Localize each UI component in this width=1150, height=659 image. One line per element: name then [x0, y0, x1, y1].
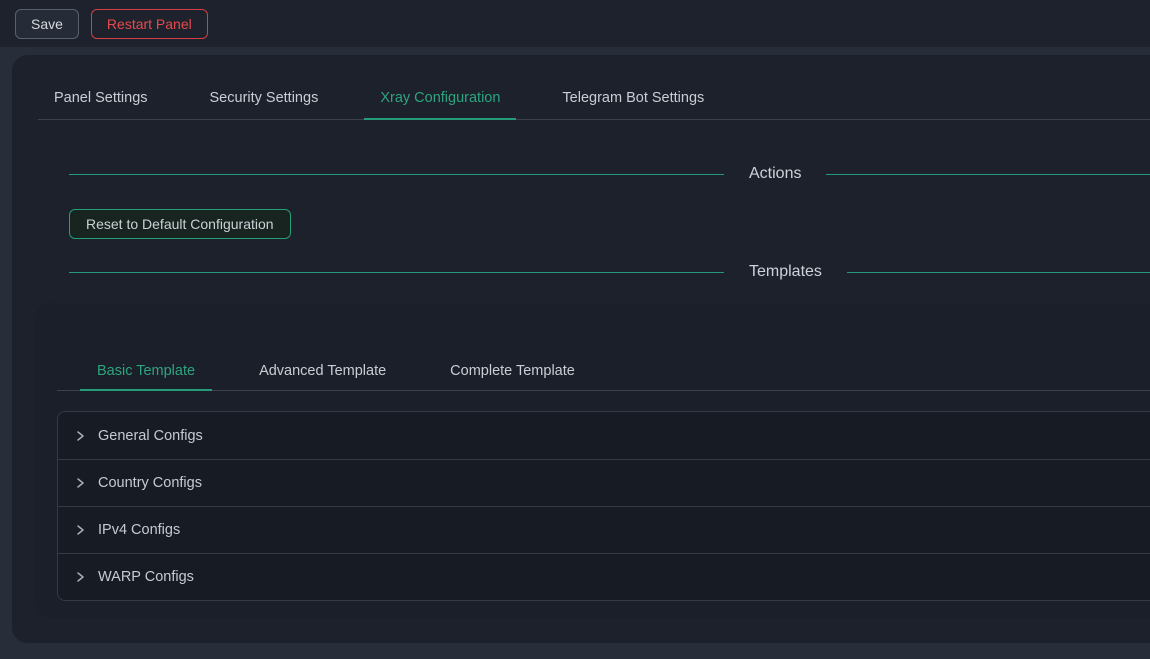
accordion-item-ipv4-configs[interactable]: IPv4 Configs [58, 506, 1150, 553]
templates-card: Basic Template Advanced Template Complet… [35, 303, 1150, 618]
tab-telegram-bot-settings[interactable]: Telegram Bot Settings [546, 55, 720, 120]
template-tabs: Basic Template Advanced Template Complet… [57, 343, 1150, 391]
tab-panel-settings[interactable]: Panel Settings [38, 55, 164, 120]
tab-security-settings[interactable]: Security Settings [194, 55, 335, 120]
reset-to-default-button[interactable]: Reset to Default Configuration [69, 209, 291, 239]
tab-xray-configuration[interactable]: Xray Configuration [364, 55, 516, 120]
save-button[interactable]: Save [15, 9, 79, 39]
tab-basic-template[interactable]: Basic Template [80, 343, 212, 391]
tab-advanced-template[interactable]: Advanced Template [242, 343, 403, 391]
restart-panel-button[interactable]: Restart Panel [91, 9, 208, 39]
divider-line [69, 272, 724, 273]
accordion-item-label: WARP Configs [98, 569, 194, 585]
chevron-right-icon [74, 477, 86, 489]
topbar: Save Restart Panel [0, 0, 1150, 47]
divider-line [847, 272, 1150, 273]
accordion-item-country-configs[interactable]: Country Configs [58, 459, 1150, 506]
settings-tabs: Panel Settings Security Settings Xray Co… [38, 55, 1150, 120]
settings-card: Panel Settings Security Settings Xray Co… [12, 55, 1150, 643]
chevron-right-icon [74, 571, 86, 583]
accordion-item-label: General Configs [98, 428, 203, 444]
actions-divider-label: Actions [749, 163, 801, 185]
accordion-item-general-configs[interactable]: General Configs [58, 412, 1150, 459]
tab-complete-template[interactable]: Complete Template [433, 343, 592, 391]
chevron-right-icon [74, 524, 86, 536]
divider-line [826, 174, 1150, 175]
actions-divider: Actions [69, 163, 1150, 185]
accordion-item-warp-configs[interactable]: WARP Configs [58, 553, 1150, 600]
templates-divider: Templates [69, 261, 1150, 283]
accordion-item-label: Country Configs [98, 475, 202, 491]
divider-line [69, 174, 724, 175]
chevron-right-icon [74, 430, 86, 442]
templates-divider-label: Templates [749, 261, 822, 283]
accordion-item-label: IPv4 Configs [98, 522, 180, 538]
config-groups-accordion: General Configs Country Configs IPv4 Con… [57, 411, 1150, 601]
